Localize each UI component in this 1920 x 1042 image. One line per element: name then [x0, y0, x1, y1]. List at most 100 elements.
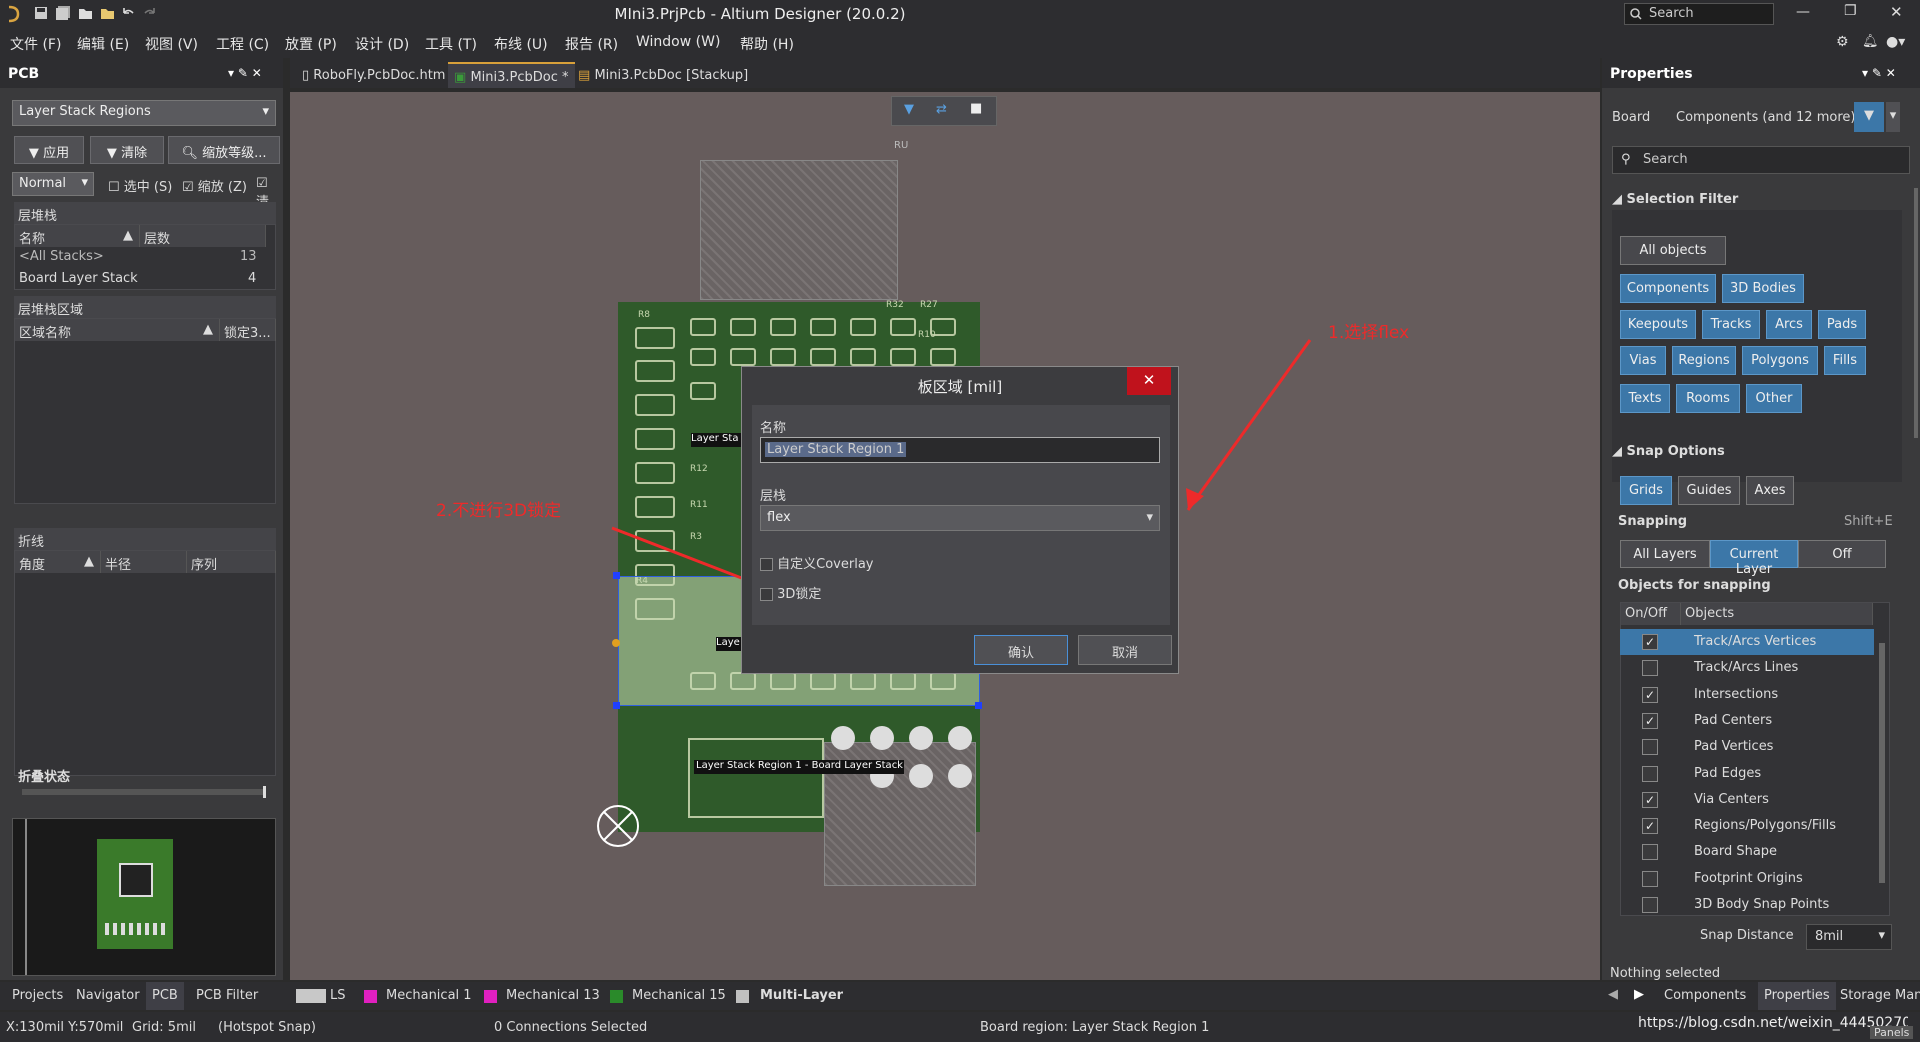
filter-polygons[interactable]: Polygons	[1742, 346, 1818, 375]
table-row[interactable]: Board Layer Stack	[19, 271, 138, 286]
filter-fills[interactable]: Fills	[1824, 346, 1866, 375]
unchecked-checkbox[interactable]	[1642, 870, 1658, 887]
menu-route[interactable]: 布线 (U)	[494, 34, 548, 54]
3d-lock-checkbox[interactable]: 3D锁定	[760, 583, 821, 602]
panel-menu-icon[interactable]: ▾ ✎ ✕	[228, 66, 262, 80]
close-window-button[interactable]: ✕	[1890, 3, 1903, 21]
layer-tab-mechanical-1[interactable]: Mechanical 1	[386, 988, 472, 1003]
ok-button[interactable]: 确认	[974, 635, 1068, 665]
bend-col-radius[interactable]: 半径	[101, 551, 187, 573]
snap-grids-button[interactable]: Grids	[1620, 476, 1672, 505]
gear-icon[interactable]: ⚙	[1836, 34, 1849, 50]
user-icon[interactable]: ●▾	[1886, 34, 1905, 50]
snap-col-objects[interactable]: Objects	[1681, 603, 1873, 625]
bend-col-angle[interactable]: 角度 ▲	[15, 551, 101, 573]
unchecked-checkbox[interactable]	[1642, 765, 1658, 782]
selection-filter-header[interactable]: ◢ Selection Filter	[1612, 192, 1738, 207]
tab-mini3-stackup[interactable]: ▤ Mini3.PcbDoc [Stackup]	[572, 62, 754, 88]
filter-regions[interactable]: Regions	[1672, 346, 1736, 375]
snap-options-header[interactable]: ◢ Snap Options	[1612, 444, 1725, 459]
search-input[interactable]: Search	[1624, 3, 1774, 25]
tab-mini3-pcbdoc[interactable]: ▣ Mini3.PcbDoc *	[448, 62, 575, 88]
unchecked-checkbox[interactable]	[1642, 897, 1658, 913]
snap-object-row[interactable]: ✓ Intersections	[1620, 682, 1874, 708]
zoom-level-button[interactable]: 🔍︎ 缩放等级...	[168, 136, 280, 164]
unchecked-checkbox[interactable]	[1642, 844, 1658, 861]
snap-object-row[interactable]: ✓ Regions/Polygons/Fills	[1620, 813, 1874, 839]
filter-menu-button[interactable]: ▾	[1886, 102, 1900, 132]
filter-pads[interactable]: Pads	[1818, 310, 1866, 339]
bend-col-sequence[interactable]: 序列	[187, 551, 276, 573]
restore-button[interactable]: ❐	[1844, 3, 1857, 19]
tab-projects[interactable]: Projects	[12, 988, 63, 1003]
tab-pcb[interactable]: PCB	[146, 982, 184, 1010]
tab-robofly-htm[interactable]: ▯ RoboFly.PcbDoc.htm	[296, 62, 451, 88]
coverlay-checkbox[interactable]: 自定义Coverlay	[760, 553, 873, 572]
tab-components[interactable]: Components	[1664, 988, 1746, 1003]
snap-distance-dropdown[interactable]: 8mil ▾	[1806, 924, 1892, 950]
snap-object-row[interactable]: ✓ Via Centers	[1620, 787, 1874, 813]
filter-3d-bodies[interactable]: 3D Bodies	[1722, 274, 1804, 303]
menu-edit[interactable]: 编辑 (E)	[77, 34, 129, 54]
board-preview[interactable]	[12, 818, 276, 976]
menu-help[interactable]: 帮助 (H)	[740, 34, 794, 54]
zoom-checkbox[interactable]: ☑ 缩放 (Z)	[182, 176, 247, 195]
snap-current-layer[interactable]: Current Layer	[1710, 540, 1798, 577]
checked-checkbox[interactable]: ✓	[1642, 818, 1658, 835]
snap-object-row[interactable]: ✓ Pad Centers	[1620, 708, 1874, 734]
snap-axes-button[interactable]: Axes	[1746, 476, 1794, 505]
menu-place[interactable]: 放置 (P)	[285, 34, 337, 54]
checked-checkbox[interactable]: ✓	[1642, 634, 1658, 650]
layer-tab-ls[interactable]: LS	[330, 988, 346, 1003]
menu-project[interactable]: 工程 (C)	[216, 34, 269, 54]
scrollbar[interactable]	[1914, 188, 1918, 438]
components-label[interactable]: Components (and 12 more)	[1676, 110, 1855, 125]
layer-tab-mechanical-15[interactable]: Mechanical 15	[632, 988, 726, 1003]
panel-menu-icon[interactable]: ▾ ✎ ✕	[1862, 66, 1896, 80]
tab-properties[interactable]: Properties	[1758, 982, 1836, 1010]
scroll-left-arrow[interactable]: ◀	[1608, 987, 1618, 1002]
checked-checkbox[interactable]: ✓	[1642, 791, 1658, 808]
snap-col-onoff[interactable]: On/Off	[1621, 603, 1681, 625]
checked-checkbox[interactable]: ✓	[1642, 686, 1658, 703]
stack-col-count[interactable]: 层数	[140, 225, 266, 247]
normal-dropdown[interactable]: Normal ▾	[12, 172, 94, 196]
layer-tab-multi-layer[interactable]: Multi-Layer	[760, 988, 843, 1003]
stack-dropdown[interactable]: flex ▾	[760, 505, 1160, 531]
filter-rooms[interactable]: Rooms	[1676, 384, 1740, 413]
filter-tracks[interactable]: Tracks	[1702, 310, 1760, 339]
snap-object-row[interactable]: 3D Body Snap Points	[1620, 892, 1874, 918]
panels-button[interactable]: Panels	[1870, 1026, 1914, 1039]
stack-col-name[interactable]: 名称 ▲	[15, 225, 140, 247]
tab-storage-manager[interactable]: Storage Man	[1840, 988, 1920, 1003]
layer-tab-mechanical-13[interactable]: Mechanical 13	[506, 988, 600, 1003]
snap-object-row[interactable]: ✓ Track/Arcs Vertices	[1620, 629, 1874, 655]
filter-texts[interactable]: Texts	[1620, 384, 1670, 413]
filter-keepouts[interactable]: Keepouts	[1620, 310, 1696, 339]
snap-object-row[interactable]: Pad Vertices	[1620, 734, 1874, 760]
scroll-right-arrow[interactable]: ▶	[1634, 987, 1644, 1002]
unchecked-checkbox[interactable]	[1642, 739, 1658, 756]
properties-search-input[interactable]: ⚲ Search	[1612, 146, 1910, 174]
select-checkbox[interactable]: ☐ 选中 (S)	[108, 176, 172, 195]
region-col-lock[interactable]: 锁定3...	[220, 319, 276, 341]
menu-reports[interactable]: 报告 (R)	[565, 34, 618, 54]
apply-button[interactable]: ▼ 应用	[14, 136, 84, 164]
fold-slider[interactable]	[22, 786, 266, 798]
bell-icon[interactable]: 🔔︎	[1862, 34, 1879, 49]
filter-other[interactable]: Other	[1746, 384, 1802, 413]
filter-all-objects[interactable]: All objects	[1620, 236, 1726, 265]
dialog-close-button[interactable]: ✕	[1127, 367, 1171, 395]
tab-pcb-filter[interactable]: PCB Filter	[196, 988, 258, 1003]
tab-navigator[interactable]: Navigator	[76, 988, 140, 1003]
unchecked-checkbox[interactable]	[1642, 660, 1658, 677]
board-label[interactable]: Board	[1612, 110, 1650, 125]
minimize-button[interactable]: —	[1796, 4, 1810, 20]
menu-file[interactable]: 文件 (F)	[10, 34, 61, 54]
region-col-name[interactable]: 区域名称 ▲	[15, 319, 220, 341]
snap-off[interactable]: Off	[1798, 540, 1886, 568]
filter-arcs[interactable]: Arcs	[1766, 310, 1812, 339]
clear-button[interactable]: ▼ 清除	[90, 136, 164, 164]
menu-view[interactable]: 视图 (V)	[145, 34, 198, 54]
filter-button[interactable]: ▼	[1854, 102, 1884, 132]
